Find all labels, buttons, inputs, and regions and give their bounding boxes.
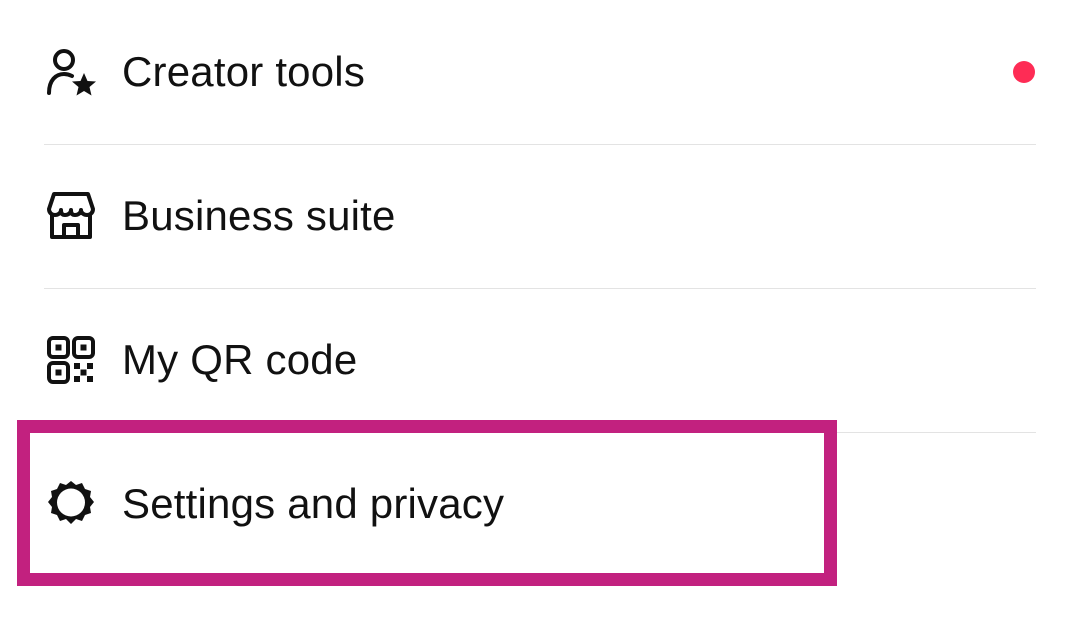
- menu-item-my-qr-code[interactable]: My QR code: [0, 288, 1080, 432]
- menu-item-creator-tools[interactable]: Creator tools: [0, 0, 1080, 144]
- menu-item-business-suite[interactable]: Business suite: [0, 144, 1080, 288]
- menu-sheet: Creator tools Business suite My QR code …: [0, 0, 1080, 620]
- menu-item-label: Settings and privacy: [122, 480, 505, 527]
- menu-item-settings-and-privacy[interactable]: Settings and privacy: [0, 432, 1080, 576]
- menu-item-label: My QR code: [122, 336, 358, 383]
- menu-item-label: Creator tools: [122, 48, 366, 95]
- gear-icon: [44, 477, 98, 531]
- person-star-icon: [44, 45, 98, 99]
- qr-code-icon: [44, 333, 98, 387]
- notification-dot: [1013, 61, 1035, 83]
- storefront-icon: [44, 189, 98, 243]
- menu-item-label: Business suite: [122, 192, 396, 239]
